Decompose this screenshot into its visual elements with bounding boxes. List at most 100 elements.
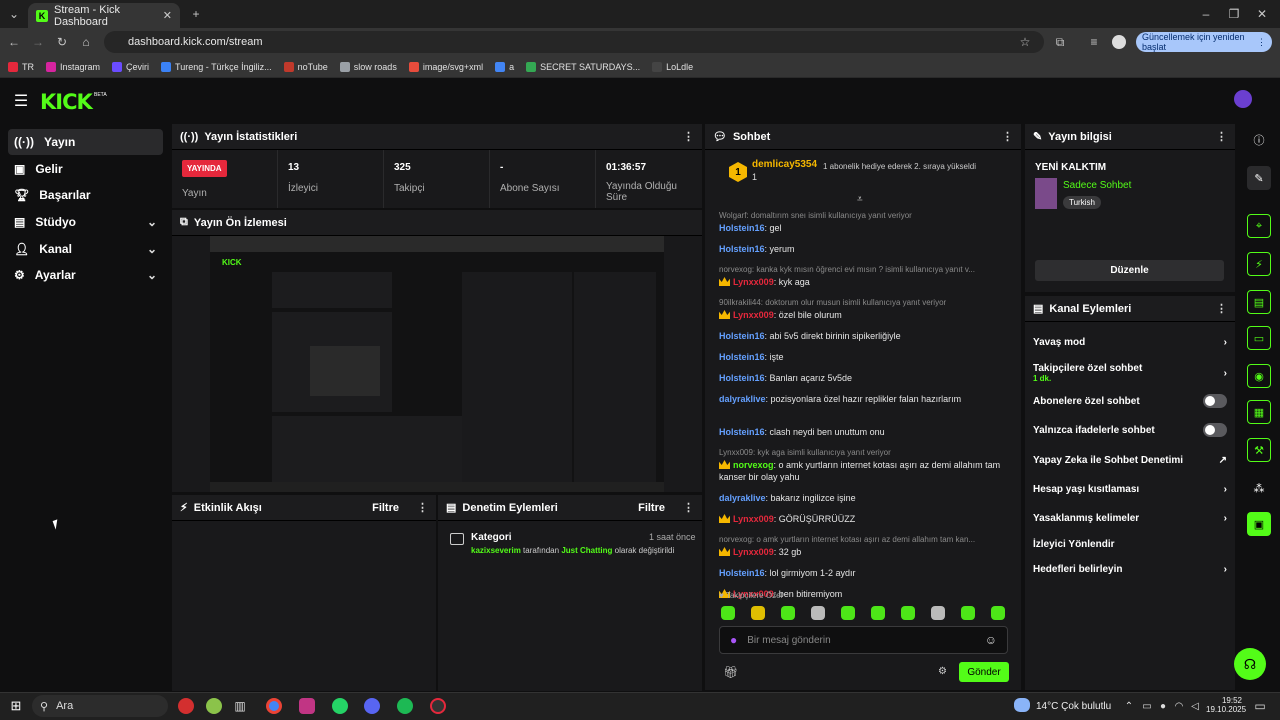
layers-icon[interactable]: ▦ xyxy=(1247,400,1271,424)
more-options-icon[interactable]: ⋮ xyxy=(683,501,694,514)
focus-icon[interactable]: ⌖ xyxy=(1247,214,1271,238)
instagram-icon[interactable] xyxy=(299,698,315,714)
minimize-icon[interactable]: – xyxy=(1198,6,1214,22)
chrome-icon[interactable] xyxy=(266,698,282,714)
info-icon[interactable]: ⓘ xyxy=(1247,128,1271,152)
discord-icon[interactable] xyxy=(364,698,380,714)
url-bar[interactable]: dashboard.kick.com/stream xyxy=(104,31,1044,53)
emote-1[interactable] xyxy=(721,606,735,620)
wifi-icon[interactable]: ◠ xyxy=(1172,699,1186,713)
chat-input[interactable]: ● Bir mesaj gönderin ☺ xyxy=(719,626,1008,654)
more-options-icon[interactable]: ⋮ xyxy=(1216,130,1227,143)
filter-button[interactable]: Filtre xyxy=(372,502,399,514)
maximize-icon[interactable]: ❐ xyxy=(1226,6,1242,22)
menu-dots-icon[interactable]: ⋮ xyxy=(1257,37,1266,48)
more-options-icon[interactable]: ⋮ xyxy=(1002,130,1013,143)
bookmark-item[interactable]: Çeviri xyxy=(112,61,149,72)
emote-2[interactable] xyxy=(751,606,765,620)
sidebar-item-gelir[interactable]: ▣ Gelir xyxy=(8,156,163,182)
option-redirect-viewers[interactable]: İzleyici Yönlendir xyxy=(1033,533,1227,555)
mic-icon[interactable]: ● xyxy=(1156,699,1170,713)
close-window-icon[interactable]: ✕ xyxy=(1254,6,1270,22)
reload-icon[interactable]: ↻ xyxy=(54,34,70,50)
chat-icon[interactable]: ▭ xyxy=(1247,326,1271,350)
tab-list-icon[interactable]: ⌄ xyxy=(6,6,22,22)
sidebar-item-ayarlar[interactable]: ⚙ Ayarlar ⌄ xyxy=(8,262,163,288)
home-icon[interactable]: ⌂ xyxy=(78,34,94,50)
option-slow-mode[interactable]: Yavaş mod › xyxy=(1033,331,1227,353)
edit-icon[interactable]: ✎ xyxy=(1247,166,1271,190)
chat-username[interactable]: Holstein16 xyxy=(719,331,765,341)
mic-icon[interactable]: ● xyxy=(730,633,737,647)
edit-button[interactable]: Düzenle xyxy=(1035,260,1224,281)
browser-tab[interactable]: K Stream - Kick Dashboard ✕ xyxy=(28,3,180,28)
filter-button[interactable]: Filtre xyxy=(638,502,665,514)
back-icon[interactable]: ← xyxy=(6,34,22,50)
emote-7[interactable] xyxy=(901,606,915,620)
subscribers-only-toggle[interactable] xyxy=(1203,394,1227,408)
chat-username[interactable]: Lynxx009 xyxy=(733,310,774,320)
emotes-only-toggle[interactable] xyxy=(1203,423,1227,437)
chat-username[interactable]: dalyraklive xyxy=(719,493,766,503)
sidebar-item-studyo[interactable]: ▤ Stüdyo ⌄ xyxy=(8,209,163,235)
spotify-icon[interactable] xyxy=(397,698,413,714)
taskbar-search[interactable]: ⚲ Ara xyxy=(32,695,168,717)
bookmark-star-icon[interactable]: ☆ xyxy=(1017,34,1033,50)
bookmark-item[interactable]: SECRET SATURDAYS... xyxy=(526,61,640,72)
bookmark-item[interactable]: slow roads xyxy=(339,61,397,72)
emote-10[interactable] xyxy=(991,606,1005,620)
chat-username[interactable]: Holstein16 xyxy=(719,568,765,578)
bookmark-item[interactable]: TR xyxy=(8,61,34,72)
clapper-icon[interactable]: ▣ xyxy=(1247,512,1271,536)
user-avatar[interactable] xyxy=(1234,90,1252,108)
notifications-icon[interactable]: ▭ xyxy=(1252,698,1268,714)
emoji-icon[interactable]: ☺ xyxy=(985,633,997,647)
chat-username[interactable]: Holstein16 xyxy=(719,244,765,254)
tray-up-icon[interactable]: ⌃ xyxy=(1122,699,1136,713)
option-banned-words[interactable]: Yasaklanmış kelimeler › xyxy=(1033,507,1227,529)
bookmark-item[interactable]: Instagram xyxy=(46,61,100,72)
bookmark-item[interactable]: noTube xyxy=(283,61,328,72)
option-followers-only[interactable]: Takipçilere özel sohbet 1 dk. › xyxy=(1033,360,1227,386)
lightning-icon[interactable]: ⚡︎ xyxy=(1247,252,1271,276)
bookmark-item[interactable]: LoLdle xyxy=(652,61,693,72)
more-options-icon[interactable]: ⋮ xyxy=(417,501,428,514)
update-button[interactable]: Güncellemek için yeniden başlat ⋮ xyxy=(1136,32,1272,52)
windows-start-icon[interactable]: ⊞ xyxy=(8,698,24,714)
clock[interactable]: 19:52 19.10.2025 xyxy=(1206,696,1246,714)
extensions-icon[interactable]: ⧉ xyxy=(1052,34,1068,50)
volume-icon[interactable]: ◁ xyxy=(1188,699,1202,713)
emote-5[interactable] xyxy=(841,606,855,620)
media-icon[interactable]: ≡ xyxy=(1086,34,1102,50)
sidebar-item-kanal[interactable]: 👤︎ Kanal ⌄ xyxy=(8,236,163,262)
chat-username[interactable]: Lynxx009 xyxy=(733,514,774,524)
chat-username[interactable]: Holstein16 xyxy=(719,373,765,383)
emote-6[interactable] xyxy=(871,606,885,620)
more-options-icon[interactable]: ⋮ xyxy=(1216,302,1227,315)
preview-video[interactable]: KICK xyxy=(210,236,664,492)
chat-username[interactable]: dalyraklive xyxy=(719,394,766,404)
whatsapp-icon[interactable] xyxy=(332,698,348,714)
network-icon[interactable]: ▭ xyxy=(1140,699,1154,713)
more-options-icon[interactable]: ⋮ xyxy=(683,130,694,143)
bookmark-item[interactable]: a xyxy=(495,61,514,72)
emote-8[interactable] xyxy=(931,606,945,620)
chat-username[interactable]: Holstein16 xyxy=(719,223,765,233)
sidebar-item-yayin[interactable]: ((·)) Yayın xyxy=(8,129,163,155)
chat-username[interactable]: Holstein16 xyxy=(719,352,765,362)
option-account-age[interactable]: Hesap yaşı kısıtlaması › xyxy=(1033,478,1227,500)
wrench-icon[interactable]: ⚒ xyxy=(1247,438,1271,462)
sidebar-item-basarilar[interactable]: 🏆︎ Başarılar xyxy=(8,182,163,208)
emote-4[interactable] xyxy=(811,606,825,620)
hamburger-menu-icon[interactable]: ☰ xyxy=(12,92,30,110)
emote-3[interactable] xyxy=(781,606,795,620)
profile-avatar[interactable] xyxy=(1112,35,1126,49)
close-tab-icon[interactable]: ✕ xyxy=(163,9,172,22)
document-icon[interactable]: ▤ xyxy=(1247,290,1271,314)
category-name[interactable]: Sadece Sohbet xyxy=(1063,180,1131,191)
obs-icon[interactable] xyxy=(430,698,446,714)
forward-icon[interactable]: → xyxy=(30,34,46,50)
chat-username[interactable]: Lynxx009 xyxy=(733,277,774,287)
settings-icon[interactable]: ⚙ xyxy=(938,666,947,677)
share-icon[interactable]: ⁂ xyxy=(1247,476,1271,500)
